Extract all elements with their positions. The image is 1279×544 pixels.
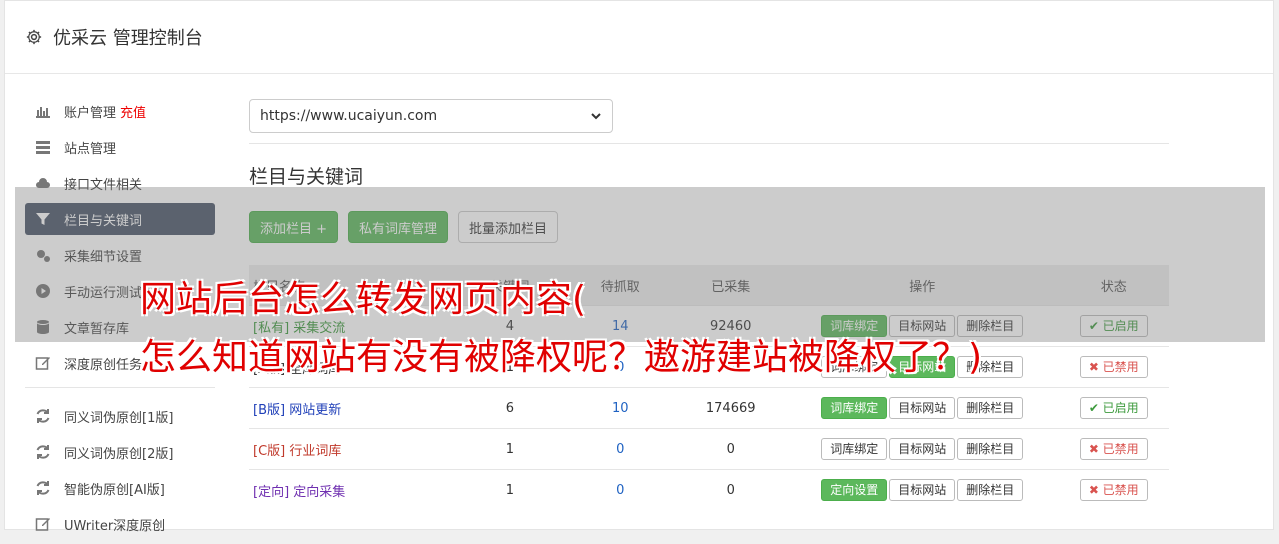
column-tag: [B版] <box>253 402 286 418</box>
collected-count: 0 <box>675 469 786 510</box>
panel-header: 优采云 管理控制台 <box>5 1 1273 74</box>
column-name[interactable]: 定向采集 <box>293 485 345 500</box>
site-select-value: https://www.ucaiyun.com <box>260 108 438 124</box>
sidebar-item-sites[interactable]: 站点管理 <box>25 131 215 163</box>
column-name-cell[interactable]: [C版] 行业词库 <box>249 428 455 470</box>
watermark-line-1: 网站后台怎么转发网页内容( <box>140 279 587 320</box>
refresh-icon <box>36 445 50 459</box>
refresh-icon <box>36 481 50 495</box>
pending-count[interactable]: 0 <box>565 428 676 470</box>
divider <box>249 143 1169 144</box>
watermark-line-2: 怎么知道网站有没有被降权呢？遨游建站被降权了？) <box>140 337 983 378</box>
delete-column-button[interactable]: 删除栏目 <box>957 438 1024 460</box>
sidebar-item-synonym-v2[interactable]: 同义词伪原创[2版] <box>25 436 215 468</box>
status-badge[interactable]: ✖ 已禁用 <box>1079 479 1148 501</box>
table-row: [定向] 定向采集 1 0 0 定向设置 目标网站 删除栏目 ✖ 已禁用 <box>249 469 1169 510</box>
table-row: [B版] 网站更新 6 10 174669 词库绑定 目标网站 删除栏目 ✔ 已启用 <box>249 387 1169 429</box>
target-site-button[interactable]: 目标网站 <box>889 438 956 460</box>
ops-cell: 词库绑定 目标网站 删除栏目 <box>785 428 1059 470</box>
sidebar-item-account[interactable]: 账户管理 充值 <box>25 95 215 127</box>
bar-chart-icon <box>36 107 50 118</box>
collected-count: 174669 <box>675 387 786 429</box>
column-name[interactable]: 行业词库 <box>289 444 341 459</box>
bind-lexicon-button[interactable]: 词库绑定 <box>821 397 888 419</box>
column-name[interactable]: 网站更新 <box>289 403 341 418</box>
page-title: 优采云 管理控制台 <box>53 28 203 49</box>
ops-cell: 定向设置 目标网站 删除栏目 <box>785 469 1059 510</box>
bind-lexicon-button[interactable]: 词库绑定 <box>821 438 888 460</box>
sidebar-item-ai-original[interactable]: 智能伪原创[AI版] <box>25 472 215 504</box>
table-row: [C版] 行业词库 1 0 0 词库绑定 目标网站 删除栏目 ✖ 已禁用 <box>249 428 1169 470</box>
delete-column-button[interactable]: 删除栏目 <box>957 397 1024 419</box>
edit-icon <box>35 357 50 370</box>
section-title: 栏目与关键词 <box>249 166 364 188</box>
sidebar-item-label: 站点管理 <box>64 141 117 157</box>
status-badge[interactable]: ✔ 已启用 <box>1079 397 1148 419</box>
sidebar-item-label: 深度原创任务 <box>64 357 143 373</box>
collected-count: 0 <box>675 428 786 470</box>
target-site-button[interactable]: 目标网站 <box>889 397 956 419</box>
keyword-count: 1 <box>454 469 566 510</box>
pending-count[interactable]: 0 <box>565 469 676 510</box>
refresh-icon <box>36 409 50 423</box>
pending-count[interactable]: 10 <box>565 387 676 429</box>
sidebar-item-label: 账户管理 <box>64 105 117 121</box>
column-tag: [定向] <box>253 484 290 500</box>
sidebar-item-uwriter[interactable]: UWriter深度原创 <box>25 508 215 540</box>
status-badge[interactable]: ✖ 已禁用 <box>1079 356 1148 378</box>
sidebar-item-label: 智能伪原创[AI版] <box>64 482 165 498</box>
sidebar-item-label: 同义词伪原创[1版] <box>64 410 174 426</box>
keyword-count: 1 <box>454 428 566 470</box>
column-name-cell[interactable]: [B版] 网站更新 <box>249 387 455 429</box>
ops-cell: 词库绑定 目标网站 删除栏目 <box>785 387 1059 429</box>
gear-icon <box>26 29 42 45</box>
server-icon <box>36 141 50 154</box>
keyword-count: 6 <box>454 387 566 429</box>
target-site-button[interactable]: 目标网站 <box>889 479 956 501</box>
sidebar-item-label: UWriter深度原创 <box>64 518 166 534</box>
status-badge[interactable]: ✖ 已禁用 <box>1079 438 1148 460</box>
column-name-cell[interactable]: [定向] 定向采集 <box>249 469 455 510</box>
site-select[interactable]: https://www.ucaiyun.com <box>249 99 613 133</box>
sidebar-item-synonym-v1[interactable]: 同义词伪原创[1版] <box>25 400 215 432</box>
column-tag: [C版] <box>253 443 286 459</box>
delete-column-button[interactable]: 删除栏目 <box>957 479 1024 501</box>
direct-settings-button[interactable]: 定向设置 <box>821 479 888 501</box>
chevron-down-icon <box>591 113 601 120</box>
sidebar-divider <box>25 387 215 388</box>
sidebar-item-label: 同义词伪原创[2版] <box>64 446 174 462</box>
recharge-link[interactable]: 充值 <box>120 102 146 121</box>
